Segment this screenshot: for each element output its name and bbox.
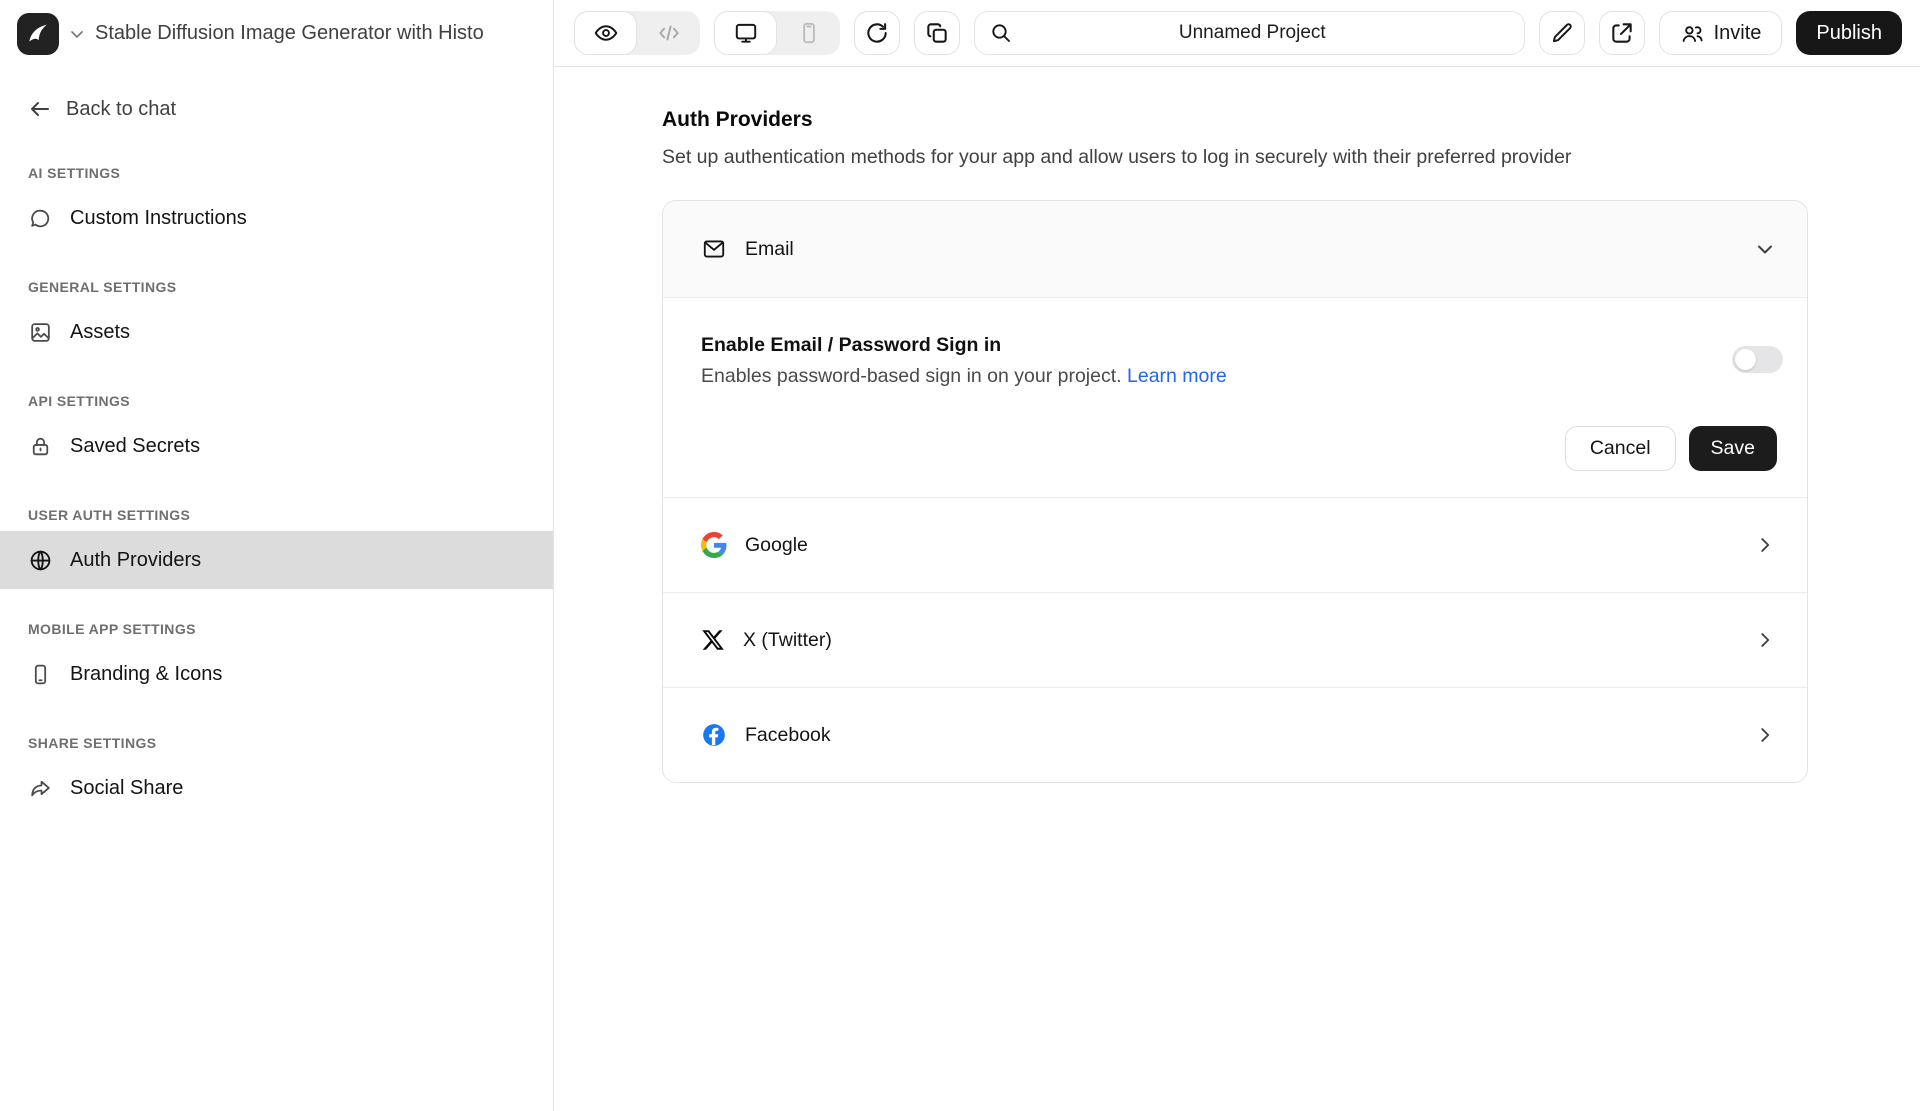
email-password-toggle[interactable]	[1732, 346, 1783, 373]
monitor-icon	[733, 20, 759, 46]
email-settings-panel: Enable Email / Password Sign in Enables …	[663, 298, 1807, 497]
globe-icon	[28, 548, 53, 573]
facebook-icon	[701, 722, 727, 748]
app-logo-swoosh-icon	[23, 19, 53, 49]
pencil-icon	[1549, 20, 1575, 46]
section-label-general-settings: GENERAL SETTINGS	[28, 279, 525, 295]
share-arrow-icon	[28, 776, 53, 801]
back-to-chat-link[interactable]: Back to chat	[0, 85, 553, 133]
section-label-ai-settings: AI SETTINGS	[28, 165, 525, 181]
learn-more-link[interactable]: Learn more	[1127, 365, 1227, 387]
provider-label-x-twitter: X (Twitter)	[743, 629, 832, 652]
save-button[interactable]: Save	[1689, 426, 1777, 471]
email-actions: Cancel Save	[701, 426, 1777, 471]
auth-providers-card: Email Enable Email / Password Sign in En…	[662, 200, 1808, 783]
chevron-right-icon	[1754, 629, 1776, 651]
page-title: Auth Providers	[662, 108, 1808, 132]
refresh-button[interactable]	[854, 11, 900, 55]
arrow-left-icon	[28, 97, 52, 121]
toggle-knob	[1735, 349, 1756, 370]
open-external-button[interactable]	[1599, 11, 1645, 55]
provider-row-x-twitter[interactable]: X (Twitter)	[663, 592, 1807, 687]
sidebar-item-label: Branding & Icons	[70, 663, 222, 686]
people-icon	[1680, 21, 1705, 46]
auth-providers-page: Auth Providers Set up authentication met…	[554, 67, 1920, 1111]
provider-row-google[interactable]: Google	[663, 497, 1807, 592]
chevron-right-icon	[1754, 724, 1776, 746]
app-switcher-chevron-icon[interactable]	[67, 24, 87, 44]
chevron-right-icon	[1754, 534, 1776, 556]
sidebar-item-custom-instructions[interactable]: Custom Instructions	[0, 189, 553, 247]
invite-label: Invite	[1714, 22, 1762, 45]
sidebar-item-label: Auth Providers	[70, 549, 201, 572]
section-label-mobile-app-settings: MOBILE APP SETTINGS	[28, 621, 525, 637]
app-title: Stable Diffusion Image Generator with Hi…	[95, 22, 484, 45]
section-label-api-settings: API SETTINGS	[28, 393, 525, 409]
invite-button[interactable]: Invite	[1659, 11, 1783, 55]
desktop-view-button[interactable]	[714, 11, 777, 55]
sidebar-item-label: Social Share	[70, 777, 183, 800]
provider-label-email: Email	[745, 238, 794, 261]
sidebar: Stable Diffusion Image Generator with Hi…	[0, 0, 554, 1111]
sidebar-nav: Back to chat AI SETTINGS Custom Instruct…	[0, 67, 553, 817]
code-icon	[656, 20, 682, 46]
external-link-icon	[1609, 20, 1635, 46]
email-toggle-description-text: Enables password-based sign in on your p…	[701, 365, 1122, 387]
refresh-icon	[864, 20, 890, 46]
email-toggle-title: Enable Email / Password Sign in	[701, 334, 1777, 357]
eye-icon	[593, 20, 619, 46]
chevron-down-icon	[1753, 237, 1777, 261]
rename-button[interactable]	[1539, 11, 1585, 55]
section-label-share-settings: SHARE SETTINGS	[28, 735, 525, 751]
view-mode-toggle	[574, 11, 700, 55]
app-window: Stable Diffusion Image Generator with Hi…	[0, 0, 1920, 1111]
sidebar-item-auth-providers[interactable]: Auth Providers	[0, 531, 553, 589]
google-icon	[701, 532, 727, 558]
project-name-text: Unnamed Project	[1021, 22, 1510, 44]
sidebar-item-social-share[interactable]: Social Share	[0, 759, 553, 817]
provider-row-facebook[interactable]: Facebook	[663, 687, 1807, 782]
sidebar-header: Stable Diffusion Image Generator with Hi…	[0, 0, 553, 67]
publish-button[interactable]: Publish	[1796, 11, 1902, 55]
sidebar-item-label: Assets	[70, 321, 130, 344]
sidebar-item-assets[interactable]: Assets	[0, 303, 553, 361]
search-icon	[989, 21, 1013, 45]
phone-icon	[796, 20, 822, 46]
provider-label-facebook: Facebook	[745, 724, 831, 747]
app-logo[interactable]	[17, 13, 59, 55]
code-mode-button[interactable]	[637, 11, 700, 55]
lock-icon	[28, 434, 53, 459]
sidebar-item-saved-secrets[interactable]: Saved Secrets	[0, 417, 553, 475]
cancel-button[interactable]: Cancel	[1565, 426, 1676, 471]
device-toggle	[714, 11, 840, 55]
copy-button[interactable]	[914, 11, 960, 55]
preview-mode-button[interactable]	[574, 11, 637, 55]
image-icon	[28, 320, 53, 345]
x-twitter-icon	[701, 628, 725, 652]
envelope-icon	[701, 236, 727, 262]
copy-icon	[924, 20, 950, 46]
mobile-view-button[interactable]	[777, 11, 840, 55]
back-to-chat-label: Back to chat	[66, 98, 176, 121]
provider-row-email[interactable]: Email	[663, 201, 1807, 298]
topbar: Unnamed Project Invite Publish	[554, 0, 1920, 67]
mobile-icon	[28, 662, 53, 687]
section-label-user-auth-settings: USER AUTH SETTINGS	[28, 507, 525, 523]
provider-label-google: Google	[745, 534, 808, 557]
email-toggle-description: Enables password-based sign in on your p…	[701, 365, 1777, 388]
page-subtitle: Set up authentication methods for your a…	[662, 146, 1808, 169]
project-name-field[interactable]: Unnamed Project	[974, 11, 1525, 55]
sidebar-item-label: Saved Secrets	[70, 435, 200, 458]
sidebar-item-branding-icons[interactable]: Branding & Icons	[0, 645, 553, 703]
sidebar-item-label: Custom Instructions	[70, 207, 247, 230]
main-column: Unnamed Project Invite Publish Auth Prov…	[554, 0, 1920, 1111]
chat-bubble-icon	[28, 206, 53, 231]
